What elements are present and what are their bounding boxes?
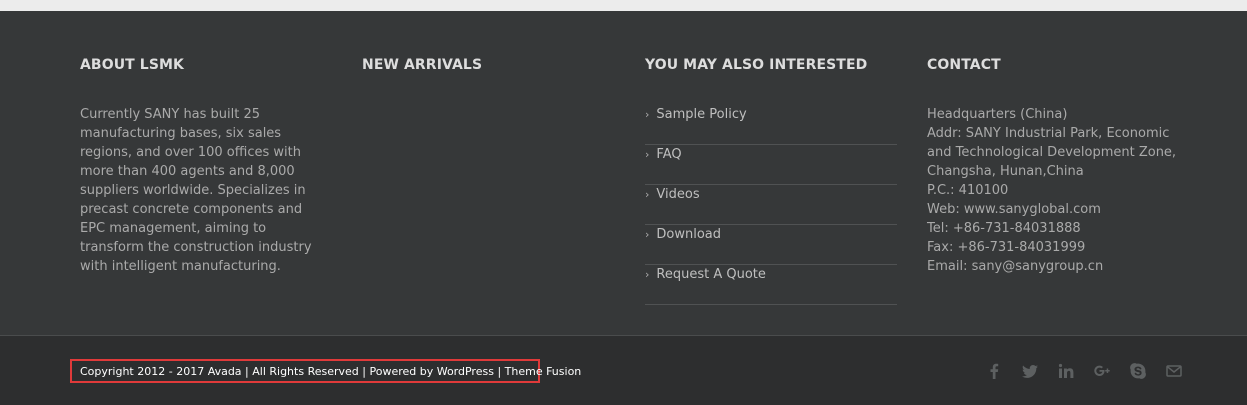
google-plus-icon[interactable] bbox=[1093, 362, 1111, 380]
chevron-right-icon: › bbox=[645, 268, 650, 281]
social-icons bbox=[985, 362, 1183, 380]
sample-policy-link[interactable]: › Sample Policy bbox=[645, 105, 747, 124]
contact-web: Web: www.sanyglobal.com bbox=[927, 202, 1101, 217]
skype-icon[interactable] bbox=[1129, 362, 1147, 380]
contact-email: Email: sany@sanygroup.cn bbox=[927, 259, 1104, 274]
link-item: › FAQ bbox=[645, 145, 897, 185]
twitter-icon[interactable] bbox=[1021, 362, 1039, 380]
contact-tel: Tel: +86-731-84031888 bbox=[927, 221, 1081, 236]
faq-link[interactable]: › FAQ bbox=[645, 145, 682, 164]
contact-details: Headquarters (China) Addr: SANY Industri… bbox=[927, 105, 1197, 276]
facebook-icon[interactable] bbox=[985, 362, 1003, 380]
chevron-right-icon: › bbox=[645, 148, 650, 161]
copyright-bar: Copyright 2012 - 2017 Avada | All Rights… bbox=[0, 336, 1247, 405]
download-link[interactable]: › Download bbox=[645, 225, 721, 244]
videos-link[interactable]: › Videos bbox=[645, 185, 700, 204]
request-quote-link[interactable]: › Request A Quote bbox=[645, 265, 766, 284]
about-text: Currently SANY has built 25 manufacturin… bbox=[80, 107, 312, 274]
copyright-text: Copyright 2012 - 2017 Avada | All Rights… bbox=[70, 359, 581, 383]
link-item: › Request A Quote bbox=[645, 265, 897, 305]
top-strip bbox=[0, 0, 1247, 11]
interested-links: › Sample Policy › FAQ › Videos › Download › R… bbox=[645, 105, 897, 305]
new-arrivals-heading: NEW ARRIVALS bbox=[362, 57, 483, 73]
link-item: › Videos bbox=[645, 185, 897, 225]
contact-heading: CONTACT bbox=[927, 57, 1001, 73]
link-item: › Download bbox=[645, 225, 897, 265]
contact-fax: Fax: +86-731-84031999 bbox=[927, 240, 1086, 255]
contact-address: Addr: SANY Industrial Park, Economic and… bbox=[927, 126, 1177, 179]
linkedin-icon[interactable] bbox=[1057, 362, 1075, 380]
about-heading: ABOUT LSMK bbox=[80, 57, 184, 73]
link-item: › Sample Policy bbox=[645, 105, 897, 145]
chevron-right-icon: › bbox=[645, 188, 650, 201]
chevron-right-icon: › bbox=[645, 228, 650, 241]
contact-postcode: P.C.: 410100 bbox=[927, 183, 1009, 198]
chevron-right-icon: › bbox=[645, 108, 650, 121]
email-icon[interactable] bbox=[1165, 362, 1183, 380]
contact-headquarters: Headquarters (China) bbox=[927, 107, 1068, 122]
interested-heading: YOU MAY ALSO INTERESTED bbox=[645, 57, 868, 73]
footer-widgets: ABOUT LSMK Currently SANY has built 25 m… bbox=[0, 11, 1247, 336]
